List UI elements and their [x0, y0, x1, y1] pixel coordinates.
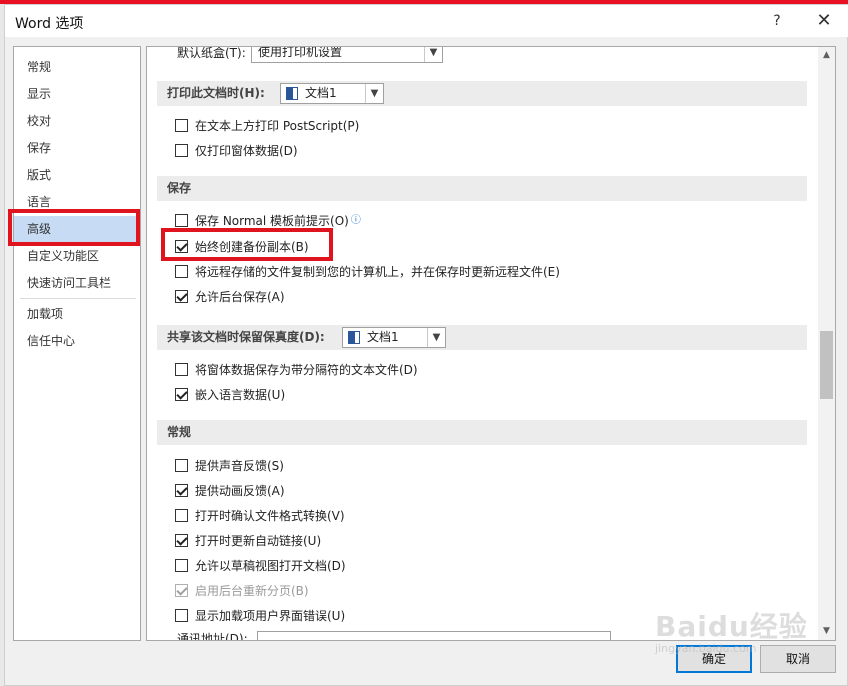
checkbox-row[interactable]: 仅打印窗体数据(D): [175, 141, 298, 161]
chevron-down-icon: ▼: [427, 328, 445, 347]
default-tray-dropdown[interactable]: 使用打印机设置 ▼: [251, 46, 443, 63]
mailing-address-label: 通讯地址(D):: [177, 632, 248, 641]
checkbox-label: 在文本上方打印 PostScript(P): [195, 119, 360, 133]
nav-item-add-ins[interactable]: 加载项: [14, 301, 140, 327]
nav-item-general[interactable]: 常规: [14, 54, 140, 80]
share-fidelity-dropdown[interactable]: 文档1 ▼: [342, 327, 446, 348]
checkbox-row[interactable]: 嵌入语言数据(U): [175, 385, 285, 405]
mailing-address-input[interactable]: [257, 631, 611, 640]
checkbox-label: 将远程存储的文件复制到您的计算机上，并在保存时更新远程文件(E): [195, 265, 560, 279]
nav-item-layout[interactable]: 版式: [14, 162, 140, 188]
checkbox-row[interactable]: 打开时确认文件格式转换(V): [175, 506, 345, 526]
checkbox-row[interactable]: 打开时更新自动链接(U): [175, 531, 321, 551]
share-fidelity-section: 共享该文档时保留保真度(D):: [157, 325, 807, 350]
checkbox-label: 保存 Normal 模板前提示(O): [195, 214, 349, 228]
checkbox-checked[interactable]: [175, 484, 188, 497]
highlight-box-advanced: [8, 209, 140, 246]
advanced-options-pane: 默认纸盒(T): 使用打印机设置 ▼ 打印此文档时(H): 文档1 ▼ 在文本上…: [146, 46, 836, 641]
checkbox[interactable]: [175, 509, 188, 522]
nav-item-display[interactable]: 显示: [14, 81, 140, 107]
chevron-down-icon: ▼: [424, 47, 442, 62]
checkbox-row-disabled: 启用后台重新分页(B): [175, 581, 309, 601]
print-doc-value: 文档1: [305, 86, 337, 100]
checkbox-row[interactable]: 将窗体数据保存为带分隔符的文本文件(D): [175, 360, 418, 380]
highlight-box-backup: [161, 228, 333, 261]
checkbox-row[interactable]: 在文本上方打印 PostScript(P): [175, 116, 359, 136]
checkbox-label: 提供动画反馈(A): [195, 484, 285, 498]
cancel-button[interactable]: 取消: [760, 645, 836, 673]
content-scrollbar[interactable]: ▲ ▼: [818, 47, 835, 640]
dialog-title: Word 选项: [15, 16, 84, 32]
nav-item-customize-ribbon[interactable]: 自定义功能区: [14, 243, 140, 269]
word-options-dialog: Word 选项 ? ✕ 常规 显示 校对 保存 版式 语言 高级 自定义功能区 …: [4, 4, 848, 686]
print-doc-label: 打印此文档时(H):: [167, 86, 265, 100]
checkbox[interactable]: [175, 144, 188, 157]
title-bar: Word 选项 ? ✕: [5, 5, 848, 37]
chevron-down-icon: ▼: [365, 84, 383, 103]
nav-divider: [20, 298, 136, 299]
info-icon: ⓘ: [350, 215, 361, 226]
checkbox-label: 打开时确认文件格式转换(V): [195, 509, 345, 523]
help-button[interactable]: ?: [765, 9, 789, 33]
baidu-watermark: Baidu经验: [655, 610, 808, 643]
checkbox[interactable]: [175, 363, 188, 376]
nav-item-proofing[interactable]: 校对: [14, 108, 140, 134]
checkbox[interactable]: [175, 119, 188, 132]
save-section-header: 保存: [157, 176, 807, 201]
checkbox-label: 提供声音反馈(S): [195, 459, 284, 473]
checkbox-row[interactable]: 允许以草稿视图打开文档(D): [175, 556, 346, 576]
checkbox-row[interactable]: 允许后台保存(A): [175, 287, 285, 307]
nav-item-trust-center[interactable]: 信任中心: [14, 328, 140, 354]
nav-item-save[interactable]: 保存: [14, 135, 140, 161]
checkbox-row[interactable]: 显示加载项用户界面错误(U): [175, 606, 345, 626]
checkbox-checked[interactable]: [175, 534, 188, 547]
checkbox[interactable]: [175, 459, 188, 472]
general-section-header: 常规: [157, 420, 807, 445]
checkbox-row[interactable]: 提供动画反馈(A): [175, 481, 285, 501]
checkbox-label: 将窗体数据保存为带分隔符的文本文件(D): [195, 363, 418, 377]
checkbox-label: 打开时更新自动链接(U): [195, 534, 322, 548]
checkbox[interactable]: [175, 214, 188, 227]
checkbox-checked[interactable]: [175, 290, 188, 303]
checkbox[interactable]: [175, 559, 188, 572]
scrollbar-thumb[interactable]: [820, 331, 833, 399]
checkbox-label: 启用后台重新分页(B): [195, 584, 309, 598]
checkbox-label: 嵌入语言数据(U): [195, 388, 286, 402]
close-button[interactable]: ✕: [807, 7, 841, 35]
checkbox-label: 允许以草稿视图打开文档(D): [195, 559, 346, 573]
print-doc-section: 打印此文档时(H):: [157, 81, 807, 106]
checkbox-label: 允许后台保存(A): [195, 290, 285, 304]
scroll-down-arrow-icon[interactable]: ▼: [818, 623, 835, 640]
default-tray-label: 默认纸盒(T):: [177, 46, 246, 60]
checkbox-label: 显示加载项用户界面错误(U): [195, 609, 346, 623]
word-document-icon: [286, 87, 298, 100]
checkbox-label: 仅打印窗体数据(D): [195, 144, 298, 158]
print-doc-dropdown[interactable]: 文档1 ▼: [280, 83, 384, 104]
checkbox-checked-disabled: [175, 584, 188, 597]
options-category-nav: 常规 显示 校对 保存 版式 语言 高级 自定义功能区 快速访问工具栏 加载项 …: [13, 46, 141, 641]
share-fidelity-label: 共享该文档时保留保真度(D):: [167, 330, 325, 344]
baidu-watermark-url: jingyan.baidu.com: [655, 642, 757, 655]
checkbox-row[interactable]: 提供声音反馈(S): [175, 456, 284, 476]
word-document-icon: [348, 331, 360, 344]
checkbox-checked[interactable]: [175, 388, 188, 401]
share-fidelity-value: 文档1: [367, 330, 399, 344]
scroll-up-arrow-icon[interactable]: ▲: [818, 47, 835, 64]
checkbox[interactable]: [175, 265, 188, 278]
checkbox-row[interactable]: 将远程存储的文件复制到您的计算机上，并在保存时更新远程文件(E): [175, 262, 560, 282]
checkbox[interactable]: [175, 609, 188, 622]
nav-item-quick-access-toolbar[interactable]: 快速访问工具栏: [14, 270, 140, 296]
default-tray-value: 使用打印机设置: [258, 46, 343, 59]
